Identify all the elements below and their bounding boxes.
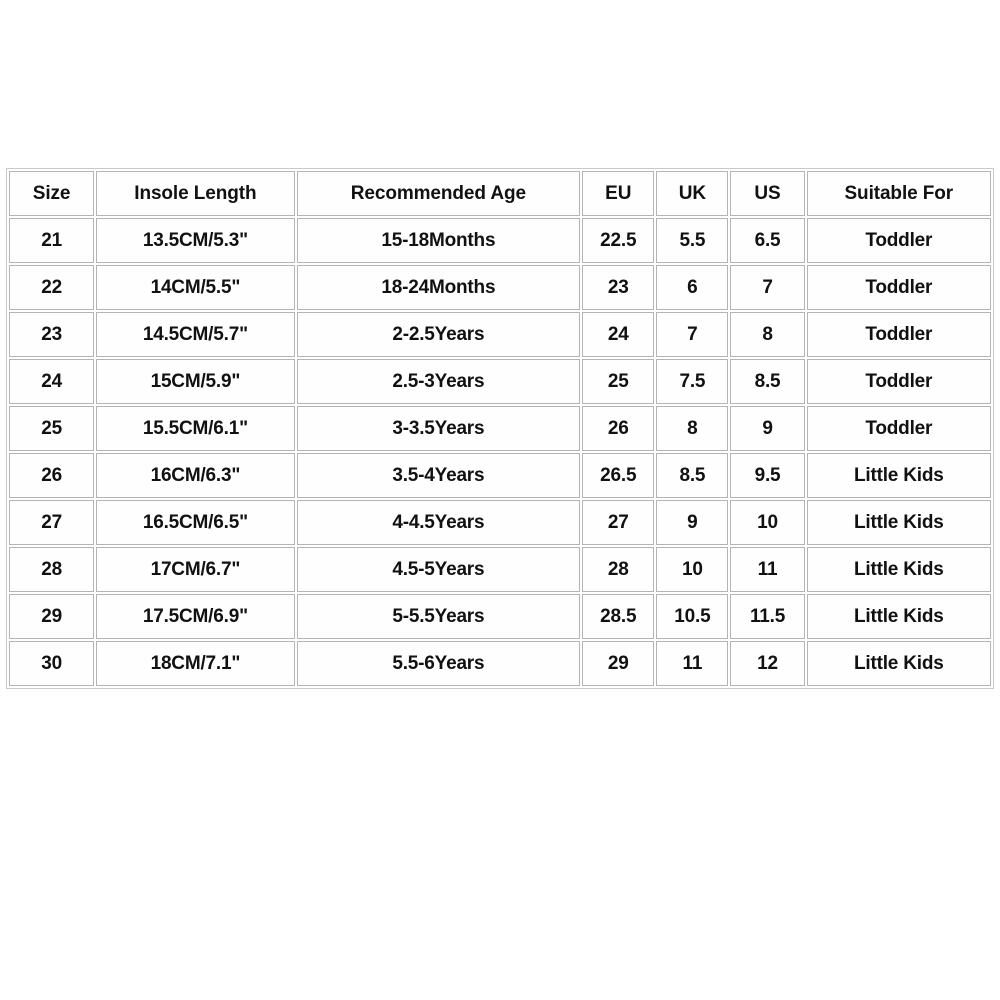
cell-us: 12 bbox=[730, 641, 805, 686]
cell-size: 27 bbox=[9, 500, 95, 545]
cell-suit: Toddler bbox=[806, 406, 991, 451]
cell-eu: 26.5 bbox=[582, 453, 655, 498]
cell-suit: Toddler bbox=[806, 312, 991, 357]
cell-age: 4-4.5Years bbox=[296, 500, 581, 545]
table-row: 22 14CM/5.5" 18-24Months 23 6 7 Toddler bbox=[9, 265, 991, 310]
table-header-row: Size Insole Length Recommended Age EU UK US Su… bbox=[9, 171, 991, 216]
cell-insole: 17CM/6.7" bbox=[96, 547, 295, 592]
cell-eu: 23 bbox=[582, 265, 655, 310]
table-row: 29 17.5CM/6.9" 5-5.5Years 28.5 10.5 11.5 Littl… bbox=[9, 594, 991, 639]
cell-age: 5.5-6Years bbox=[296, 641, 581, 686]
table-row: 25 15.5CM/6.1" 3-3.5Years 26 8 9 Toddler bbox=[9, 406, 991, 451]
cell-uk: 8.5 bbox=[656, 453, 729, 498]
cell-us: 9 bbox=[730, 406, 805, 451]
cell-uk: 6 bbox=[656, 265, 729, 310]
cell-eu: 29 bbox=[582, 641, 655, 686]
cell-uk: 7.5 bbox=[656, 359, 729, 404]
column-header-size: Size bbox=[9, 171, 95, 216]
cell-eu: 28.5 bbox=[582, 594, 655, 639]
cell-age: 5-5.5Years bbox=[296, 594, 581, 639]
cell-age: 18-24Months bbox=[296, 265, 581, 310]
cell-eu: 25 bbox=[582, 359, 655, 404]
column-header-suit: Suitable For bbox=[806, 171, 991, 216]
cell-insole: 13.5CM/5.3" bbox=[96, 218, 295, 263]
cell-age: 15-18Months bbox=[296, 218, 581, 263]
cell-eu: 24 bbox=[582, 312, 655, 357]
cell-age: 3.5-4Years bbox=[296, 453, 581, 498]
cell-suit: Toddler bbox=[806, 218, 991, 263]
table-row: 24 15CM/5.9" 2.5-3Years 25 7.5 8.5 Toddler bbox=[9, 359, 991, 404]
cell-size: 21 bbox=[9, 218, 95, 263]
cell-insole: 14.5CM/5.7" bbox=[96, 312, 295, 357]
cell-suit: Toddler bbox=[806, 359, 991, 404]
cell-suit: Toddler bbox=[806, 265, 991, 310]
cell-suit: Little Kids bbox=[806, 641, 991, 686]
cell-insole: 15.5CM/6.1" bbox=[96, 406, 295, 451]
cell-size: 22 bbox=[9, 265, 95, 310]
cell-us: 10 bbox=[730, 500, 805, 545]
cell-us: 11 bbox=[730, 547, 805, 592]
cell-us: 6.5 bbox=[730, 218, 805, 263]
table-row: 28 17CM/6.7" 4.5-5Years 28 10 11 Little Kids bbox=[9, 547, 991, 592]
cell-eu: 26 bbox=[582, 406, 655, 451]
cell-insole: 15CM/5.9" bbox=[96, 359, 295, 404]
table-row: 23 14.5CM/5.7" 2-2.5Years 24 7 8 Toddler bbox=[9, 312, 991, 357]
cell-us: 7 bbox=[730, 265, 805, 310]
table-row: 30 18CM/7.1" 5.5-6Years 29 11 12 Little Kids bbox=[9, 641, 991, 686]
cell-eu: 22.5 bbox=[582, 218, 655, 263]
size-chart-body: Size Insole Length Recommended Age EU UK US Su… bbox=[9, 171, 991, 686]
cell-size: 23 bbox=[9, 312, 95, 357]
cell-uk: 5.5 bbox=[656, 218, 729, 263]
cell-size: 29 bbox=[9, 594, 95, 639]
cell-us: 8 bbox=[730, 312, 805, 357]
cell-uk: 11 bbox=[656, 641, 729, 686]
size-chart-table: Size Insole Length Recommended Age EU UK US Su… bbox=[7, 169, 993, 688]
cell-suit: Little Kids bbox=[806, 594, 991, 639]
cell-age: 3-3.5Years bbox=[296, 406, 581, 451]
page-root: Size Insole Length Recommended Age EU UK US Su… bbox=[0, 0, 1000, 1000]
size-chart-container: Size Insole Length Recommended Age EU UK US Su… bbox=[6, 168, 994, 689]
cell-eu: 28 bbox=[582, 547, 655, 592]
cell-age: 2.5-3Years bbox=[296, 359, 581, 404]
cell-size: 25 bbox=[9, 406, 95, 451]
column-header-uk: UK bbox=[656, 171, 729, 216]
cell-insole: 14CM/5.5" bbox=[96, 265, 295, 310]
cell-insole: 16.5CM/6.5" bbox=[96, 500, 295, 545]
cell-uk: 8 bbox=[656, 406, 729, 451]
cell-age: 2-2.5Years bbox=[296, 312, 581, 357]
cell-uk: 7 bbox=[656, 312, 729, 357]
cell-insole: 16CM/6.3" bbox=[96, 453, 295, 498]
cell-uk: 9 bbox=[656, 500, 729, 545]
cell-suit: Little Kids bbox=[806, 453, 991, 498]
cell-insole: 18CM/7.1" bbox=[96, 641, 295, 686]
table-row: 26 16CM/6.3" 3.5-4Years 26.5 8.5 9.5 Little Ki… bbox=[9, 453, 991, 498]
cell-age: 4.5-5Years bbox=[296, 547, 581, 592]
cell-us: 11.5 bbox=[730, 594, 805, 639]
cell-us: 8.5 bbox=[730, 359, 805, 404]
cell-size: 24 bbox=[9, 359, 95, 404]
column-header-age: Recommended Age bbox=[296, 171, 581, 216]
column-header-insole: Insole Length bbox=[96, 171, 295, 216]
cell-suit: Little Kids bbox=[806, 500, 991, 545]
cell-insole: 17.5CM/6.9" bbox=[96, 594, 295, 639]
cell-size: 26 bbox=[9, 453, 95, 498]
table-row: 27 16.5CM/6.5" 4-4.5Years 27 9 10 Little Kids bbox=[9, 500, 991, 545]
column-header-eu: EU bbox=[582, 171, 655, 216]
cell-uk: 10.5 bbox=[656, 594, 729, 639]
cell-size: 28 bbox=[9, 547, 95, 592]
table-row: 21 13.5CM/5.3" 15-18Months 22.5 5.5 6.5 Toddle… bbox=[9, 218, 991, 263]
cell-uk: 10 bbox=[656, 547, 729, 592]
cell-size: 30 bbox=[9, 641, 95, 686]
cell-us: 9.5 bbox=[730, 453, 805, 498]
cell-eu: 27 bbox=[582, 500, 655, 545]
cell-suit: Little Kids bbox=[806, 547, 991, 592]
column-header-us: US bbox=[730, 171, 805, 216]
